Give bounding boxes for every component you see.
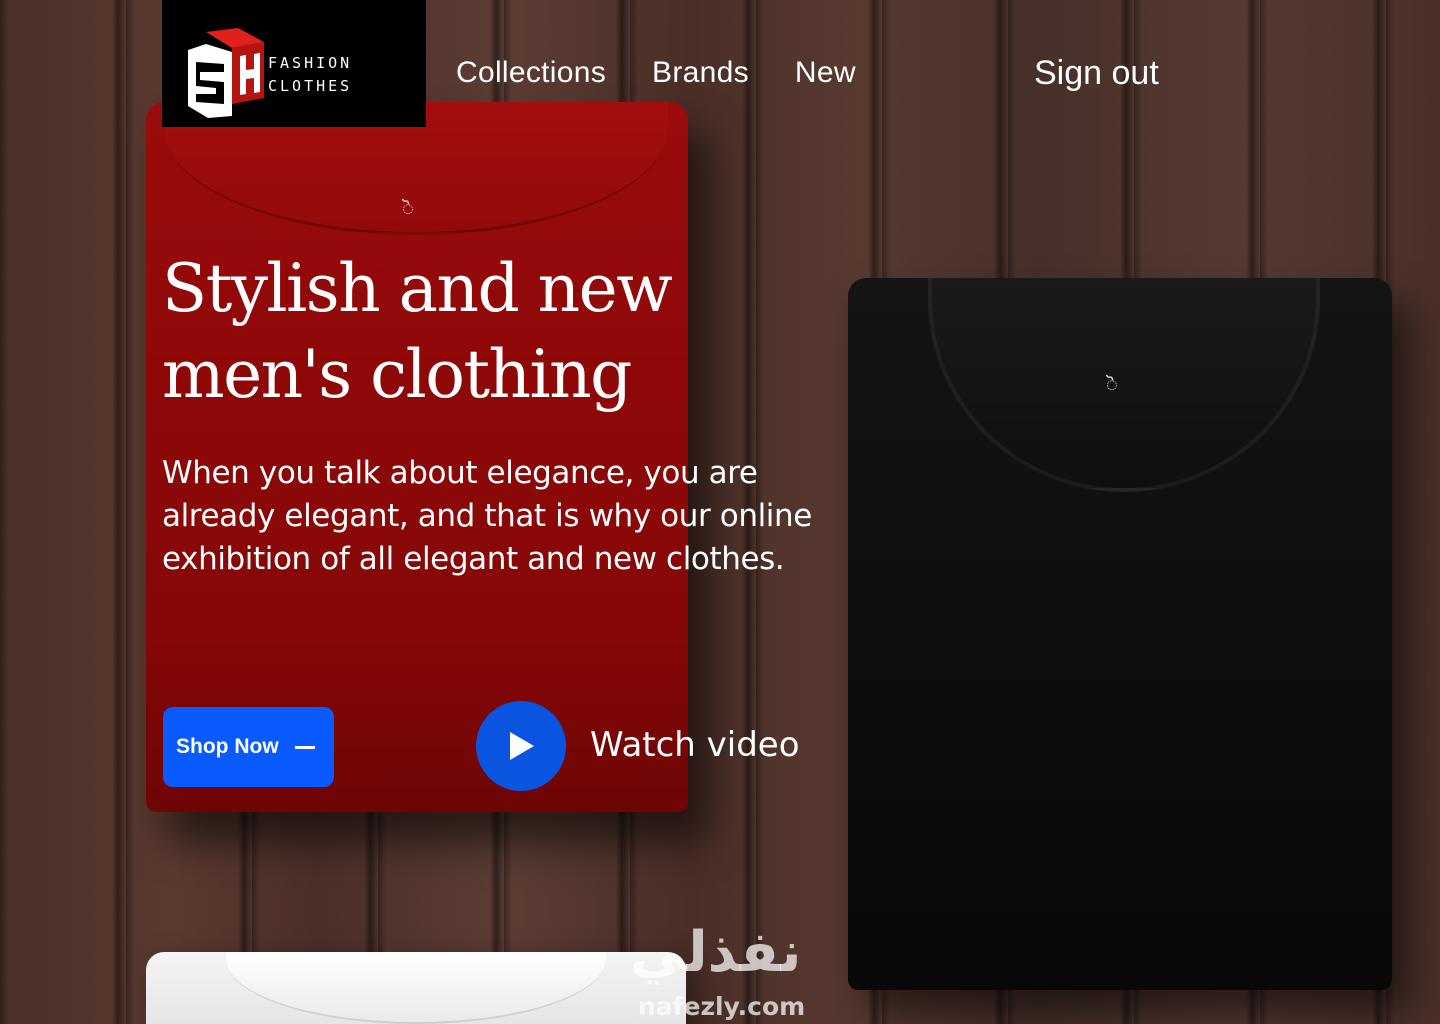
white-tshirt-collar — [226, 952, 606, 1024]
play-icon — [510, 732, 534, 760]
main-nav: Collections Brands New — [456, 56, 856, 90]
shop-now-label: Shop Now — [176, 735, 279, 758]
nav-item-brands[interactable]: Brands — [652, 56, 749, 90]
dash-arrow-icon — [294, 745, 315, 749]
sign-out-link[interactable]: Sign out — [1034, 54, 1159, 93]
black-tshirt-image: ॆ — [848, 278, 1392, 990]
white-tshirt-image — [146, 952, 686, 1024]
hero-title: Stylish and new men's clothing — [162, 250, 673, 413]
brand-logo[interactable]: FASHION CLOTHES — [162, 0, 426, 127]
shirt-tag-icon: ॆ — [402, 196, 414, 220]
watermark-latin: nafezly.com — [638, 992, 806, 1021]
nav-item-new[interactable]: New — [795, 56, 856, 90]
play-video-button[interactable] — [476, 701, 566, 791]
sh-logo-icon — [188, 28, 264, 118]
hero-description: When you talk about elegance, you are al… — [162, 455, 812, 577]
shop-now-button[interactable]: Shop Now — [163, 707, 334, 787]
nav-item-collections[interactable]: Collections — [456, 56, 606, 90]
brand-name: FASHION CLOTHES — [268, 52, 352, 98]
shirt-tag-icon: ॆ — [1106, 372, 1118, 396]
brand-line-2: CLOTHES — [268, 77, 353, 95]
brand-line-1: FASHION — [268, 54, 353, 72]
black-tshirt-collar — [928, 278, 1320, 492]
watermark-arabic: نفذلي — [630, 920, 802, 985]
watch-video-label[interactable]: Watch video — [590, 725, 800, 765]
